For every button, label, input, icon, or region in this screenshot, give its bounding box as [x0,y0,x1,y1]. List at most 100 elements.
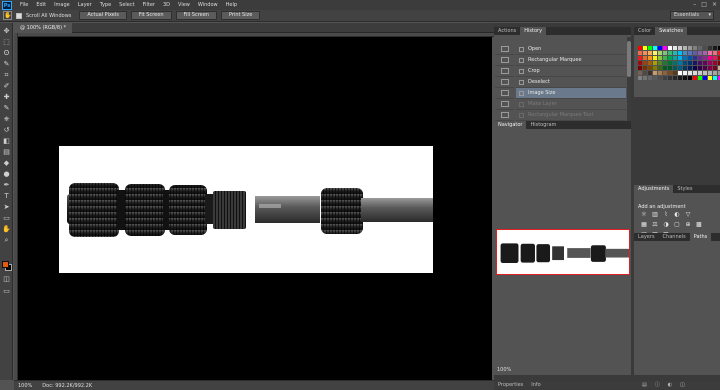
color-swatch[interactable] [708,56,712,60]
screen-mode-icon[interactable]: ▭ [2,287,11,296]
color-swatch[interactable] [658,76,662,80]
color-swatch[interactable] [648,51,652,55]
color-swatch[interactable] [653,66,657,70]
color-swatch[interactable] [643,46,647,50]
quick-select-tool-icon[interactable]: ✎ [2,60,11,69]
menu-window[interactable]: Window [194,2,222,8]
color-swatch[interactable] [698,56,702,60]
color-swatch[interactable] [693,76,697,80]
tab-navigator[interactable]: Navigator [494,121,527,129]
color-swatch[interactable] [688,66,692,70]
color-swatch[interactable] [638,46,642,50]
document-tab[interactable]: @ 100% (RGB/8) * [14,23,73,33]
path-select-tool-icon[interactable]: ➤ [2,203,11,212]
color-swatch[interactable] [713,56,717,60]
color-swatch[interactable] [638,71,642,75]
color-swatch[interactable] [653,71,657,75]
gradient-tool-icon[interactable]: ▤ [2,148,11,157]
history-item[interactable]: Open [516,44,626,55]
color-swatch[interactable] [678,71,682,75]
color-swatch[interactable] [648,61,652,65]
workspace-select[interactable]: Essentials [670,11,714,20]
color-swatch[interactable] [663,51,667,55]
color-swatch[interactable] [698,76,702,80]
adjustments-icon[interactable]: ◐ [668,381,672,389]
layers-icon[interactable]: ◫ [680,381,685,389]
zoom-level[interactable]: 100% [18,383,32,389]
maximize-icon[interactable]: □ [701,1,707,8]
tab-histogram[interactable]: Histogram [526,121,560,129]
color-swatch[interactable] [683,56,687,60]
adjustment-icon[interactable]: ⌇ [662,211,670,219]
color-swatch[interactable] [688,76,692,80]
eraser-tool-icon[interactable]: ◧ [2,137,11,146]
color-swatch[interactable] [683,71,687,75]
close-icon[interactable]: × [712,1,717,8]
color-swatch[interactable] [658,46,662,50]
adjustment-icon[interactable]: ◐ [673,211,681,219]
color-swatch[interactable] [663,66,667,70]
color-swatch[interactable] [643,61,647,65]
tab-history[interactable]: History [520,27,547,35]
color-swatch[interactable] [713,61,717,65]
hand-tool-icon[interactable]: ✋ [2,225,11,234]
color-swatch[interactable] [698,71,702,75]
color-swatch[interactable] [638,76,642,80]
fill-screen-button[interactable]: Fill Screen [175,11,217,20]
color-swatch[interactable] [678,66,682,70]
color-swatch[interactable] [708,51,712,55]
color-swatch[interactable] [658,71,662,75]
marquee-tool-icon[interactable]: ⬚ [2,38,11,47]
color-swatch[interactable] [713,66,717,70]
color-swatch[interactable] [708,76,712,80]
menu-file[interactable]: File [16,2,32,8]
color-swatch[interactable] [703,56,707,60]
color-swatch[interactable] [668,71,672,75]
adjustment-icon[interactable]: ◑ [662,221,670,229]
color-swatch[interactable] [688,51,692,55]
color-swatch[interactable] [703,71,707,75]
navigator-thumbnail[interactable] [496,229,630,275]
color-swatch[interactable] [688,71,692,75]
properties-icon[interactable]: ▤ [642,381,647,389]
history-brush-tool-icon[interactable]: ↺ [2,126,11,135]
pen-tool-icon[interactable]: ✒ [2,181,11,190]
color-swatch[interactable] [658,66,662,70]
color-swatch[interactable] [678,51,682,55]
color-swatch[interactable] [708,46,712,50]
menu-view[interactable]: View [174,2,194,8]
color-swatch[interactable] [688,56,692,60]
scroll-all-windows-checkbox[interactable] [16,12,22,19]
color-swatch[interactable] [693,51,697,55]
color-swatch[interactable] [643,71,647,75]
color-swatch[interactable] [698,51,702,55]
adjustment-icon[interactable]: ▥ [651,211,659,219]
color-swatch[interactable] [678,46,682,50]
color-swatch[interactable] [653,76,657,80]
type-tool-icon[interactable]: T [2,192,11,201]
color-swatch[interactable] [668,76,672,80]
color-swatch[interactable] [708,71,712,75]
tab-properties[interactable]: Properties [494,381,527,389]
quick-mask-icon[interactable]: ◫ [2,275,11,284]
dodge-tool-icon[interactable]: ● [2,170,11,179]
color-swatch[interactable] [703,51,707,55]
tab-paths[interactable]: Paths [689,233,712,241]
color-swatch[interactable] [643,51,647,55]
healing-tool-icon[interactable]: ✚ [2,93,11,102]
color-swatch[interactable] [648,46,652,50]
clone-stamp-tool-icon[interactable]: ⎈ [2,115,11,124]
color-swatch[interactable] [668,56,672,60]
color-swatch[interactable] [703,46,707,50]
color-swatch[interactable] [683,61,687,65]
color-swatch[interactable] [638,56,642,60]
color-swatch[interactable] [683,66,687,70]
color-swatch[interactable] [713,71,717,75]
adjustment-icon[interactable]: ▢ [673,221,681,229]
menu-image[interactable]: Image [50,2,74,8]
tab-actions[interactable]: Actions [494,27,520,35]
color-swatch[interactable] [688,61,692,65]
color-swatch[interactable] [648,76,652,80]
color-swatch[interactable] [693,61,697,65]
color-swatch[interactable] [693,71,697,75]
